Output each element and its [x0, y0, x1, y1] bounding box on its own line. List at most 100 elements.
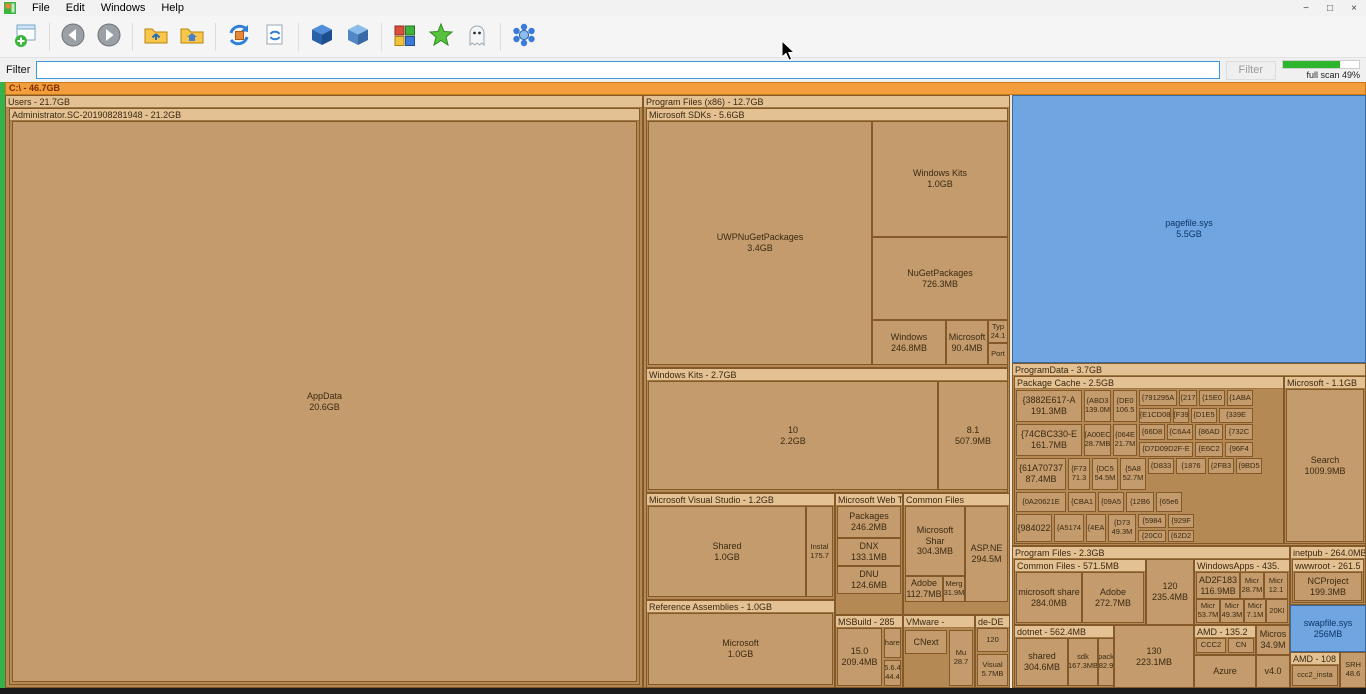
treemap-item[interactable]: {CBA1: [1068, 492, 1096, 512]
menu-file[interactable]: File: [24, 1, 58, 15]
treemap-item[interactable]: {F73 71.3: [1068, 458, 1090, 490]
treemap-file[interactable]: swapfile.sys 256MB: [1290, 605, 1366, 652]
treemap-item[interactable]: DNU 124.6MB: [837, 566, 901, 594]
treemap-item[interactable]: shared 304.6MB: [1016, 638, 1068, 686]
treemap-item[interactable]: {3882E617-A 191.3MB: [1016, 390, 1082, 422]
treemap-item[interactable]: {A5174: [1054, 514, 1084, 542]
treemap-item[interactable]: {74CBC330-E 161.7MB: [1016, 424, 1082, 456]
treemap-file[interactable]: pagefile.sys 5.5GB: [1012, 95, 1366, 363]
treemap-item[interactable]: AppData 20.6GB: [12, 121, 637, 682]
menu-help[interactable]: Help: [153, 1, 192, 15]
treemap-item[interactable]: ASP.NE 294.5M: [965, 506, 1008, 602]
treemap-item[interactable]: AD2F183 116.9MB: [1196, 572, 1240, 599]
treemap-item[interactable]: {217: [1179, 390, 1197, 406]
treemap-item[interactable]: {E6C2: [1195, 442, 1223, 457]
treemap-item[interactable]: 20KI: [1266, 599, 1288, 623]
treemap-item[interactable]: 8.1 507.9MB: [938, 381, 1008, 490]
treemap-item[interactable]: Mu 28.7: [949, 630, 973, 686]
treemap-item[interactable]: SRH 48.6: [1340, 652, 1366, 688]
treemap-item[interactable]: {61A70737 87.4MB: [1016, 458, 1066, 490]
treemap-item[interactable]: shared: [884, 628, 901, 658]
treemap-item[interactable]: {9BD5: [1236, 458, 1262, 474]
treemap-item[interactable]: 5.6.4 44.4: [884, 660, 901, 686]
treemap-item[interactable]: {D73 49.3M: [1108, 514, 1136, 542]
treemap-item[interactable]: {2FB3: [1208, 458, 1234, 474]
treemap[interactable]: C:\ - 46.7GBUsers - 21.7GBAdministrator.…: [0, 82, 1366, 694]
treemap-item[interactable]: v4.0: [1256, 655, 1290, 688]
treemap-item[interactable]: Micr 53.7M: [1196, 599, 1220, 623]
treemap-item[interactable]: {09A5: [1098, 492, 1124, 512]
treemap-item[interactable]: CN: [1228, 638, 1254, 653]
treemap-item[interactable]: {DE0 106.5: [1113, 390, 1137, 422]
treemap-item[interactable]: Port: [988, 343, 1008, 365]
go-forward-button[interactable]: [91, 19, 127, 55]
configuration-button[interactable]: [506, 19, 542, 55]
less-detail-button[interactable]: [340, 19, 376, 55]
treemap-item[interactable]: sdk 167.3MB: [1068, 638, 1098, 686]
treemap-item[interactable]: {F39: [1173, 408, 1189, 423]
treemap-item[interactable]: {0A20621E: [1016, 492, 1066, 512]
treemap-item[interactable]: {5A8 52.7M: [1120, 458, 1146, 490]
treemap-item[interactable]: Typ 24.1: [988, 320, 1008, 343]
treemap-item[interactable]: Microsoft 1.0GB: [648, 613, 833, 685]
treemap-item[interactable]: Packages 246.2MB: [837, 506, 901, 538]
treemap-item[interactable]: {ABD3 139.0M: [1084, 390, 1111, 422]
treemap-item[interactable]: Adobe 272.7MB: [1082, 572, 1144, 623]
treemap-item[interactable]: {339E: [1219, 408, 1253, 423]
rescan-button[interactable]: [221, 19, 257, 55]
treemap-item[interactable]: {86AD: [1195, 424, 1223, 440]
treemap-item[interactable]: Microsoft 90.4MB: [946, 320, 988, 365]
menu-windows[interactable]: Windows: [93, 1, 154, 15]
treemap-item[interactable]: {DC5 54.5M: [1092, 458, 1118, 490]
treemap-item[interactable]: {62D2: [1168, 530, 1194, 542]
treemap-item[interactable]: {1876: [1176, 458, 1206, 474]
class-view-button[interactable]: [387, 19, 423, 55]
treemap-item[interactable]: {96F4: [1225, 442, 1253, 457]
treemap-item[interactable]: 120: [977, 628, 1008, 652]
treemap-item[interactable]: {66D8: [1139, 424, 1165, 440]
treemap-item[interactable]: Microsoft Shar 304.3MB: [905, 506, 965, 576]
treemap-item[interactable]: 15.0 209.4MB: [837, 628, 882, 686]
treemap-item[interactable]: Windows Kits 1.0GB: [872, 121, 1008, 237]
treemap-item[interactable]: Windows 246.8MB: [872, 320, 946, 365]
treemap-item[interactable]: NCProject 199.3MB: [1294, 572, 1362, 601]
treemap-item[interactable]: ccc2_insta: [1292, 665, 1338, 686]
treemap-item[interactable]: {791295A: [1139, 390, 1177, 406]
treemap-item[interactable]: CCC2: [1196, 638, 1226, 653]
treemap-item[interactable]: {732C: [1225, 424, 1253, 440]
treemap-item[interactable]: Visual 5.7MB: [977, 654, 1008, 686]
parent-folder-button[interactable]: [138, 19, 174, 55]
treemap-item[interactable]: Micr 49.3M: [1220, 599, 1244, 623]
more-detail-button[interactable]: [304, 19, 340, 55]
treemap-item[interactable]: Instal 175.7: [806, 506, 833, 597]
treemap-item[interactable]: {984022: [1016, 514, 1052, 542]
treemap-item[interactable]: Azure: [1194, 655, 1256, 688]
treemap-item[interactable]: Micr 12.1: [1264, 572, 1288, 599]
treemap-item[interactable]: Micr 7.1M: [1244, 599, 1266, 623]
treemap-item[interactable]: DNX 133.1MB: [837, 538, 901, 566]
treemap-item[interactable]: Search 1009.9MB: [1286, 389, 1364, 542]
treemap-item[interactable]: microsoft share 284.0MB: [1016, 572, 1082, 623]
treemap-item[interactable]: {D833: [1148, 458, 1174, 474]
treemap-item[interactable]: 130 223.1MB: [1114, 625, 1194, 688]
treemap-item[interactable]: {C6A4: [1167, 424, 1193, 440]
treemap-item[interactable]: {20C0: [1138, 530, 1166, 542]
treemap-item[interactable]: {929F: [1168, 514, 1194, 528]
treemap-item[interactable]: NuGetPackages 726.3MB: [872, 237, 1008, 320]
treemap-item[interactable]: Shared 1.0GB: [648, 506, 806, 597]
treemap-item[interactable]: {A00EC 28.7MB: [1084, 424, 1111, 456]
treemap-item[interactable]: {E1CD08: [1139, 408, 1171, 423]
treemap-item[interactable]: 120 235.4MB: [1146, 559, 1194, 625]
refresh-view-button[interactable]: [257, 19, 293, 55]
filter-button[interactable]: Filter: [1226, 61, 1276, 80]
treemap-item[interactable]: {1ABA: [1227, 390, 1253, 406]
treemap-item[interactable]: UWPNuGetPackages 3.4GB: [648, 121, 872, 365]
treemap-drive-header[interactable]: C:\ - 46.7GB: [5, 82, 1366, 95]
filter-input[interactable]: [36, 61, 1219, 79]
filter-star-button[interactable]: [423, 19, 459, 55]
treemap-item[interactable]: {12B6: [1126, 492, 1154, 512]
treemap-item[interactable]: {064E 21.7M: [1113, 424, 1137, 456]
treemap-item[interactable]: {15E0: [1199, 390, 1225, 406]
treemap-item[interactable]: {65e6: [1156, 492, 1182, 512]
treemap-item[interactable]: 10 2.2GB: [648, 381, 938, 490]
